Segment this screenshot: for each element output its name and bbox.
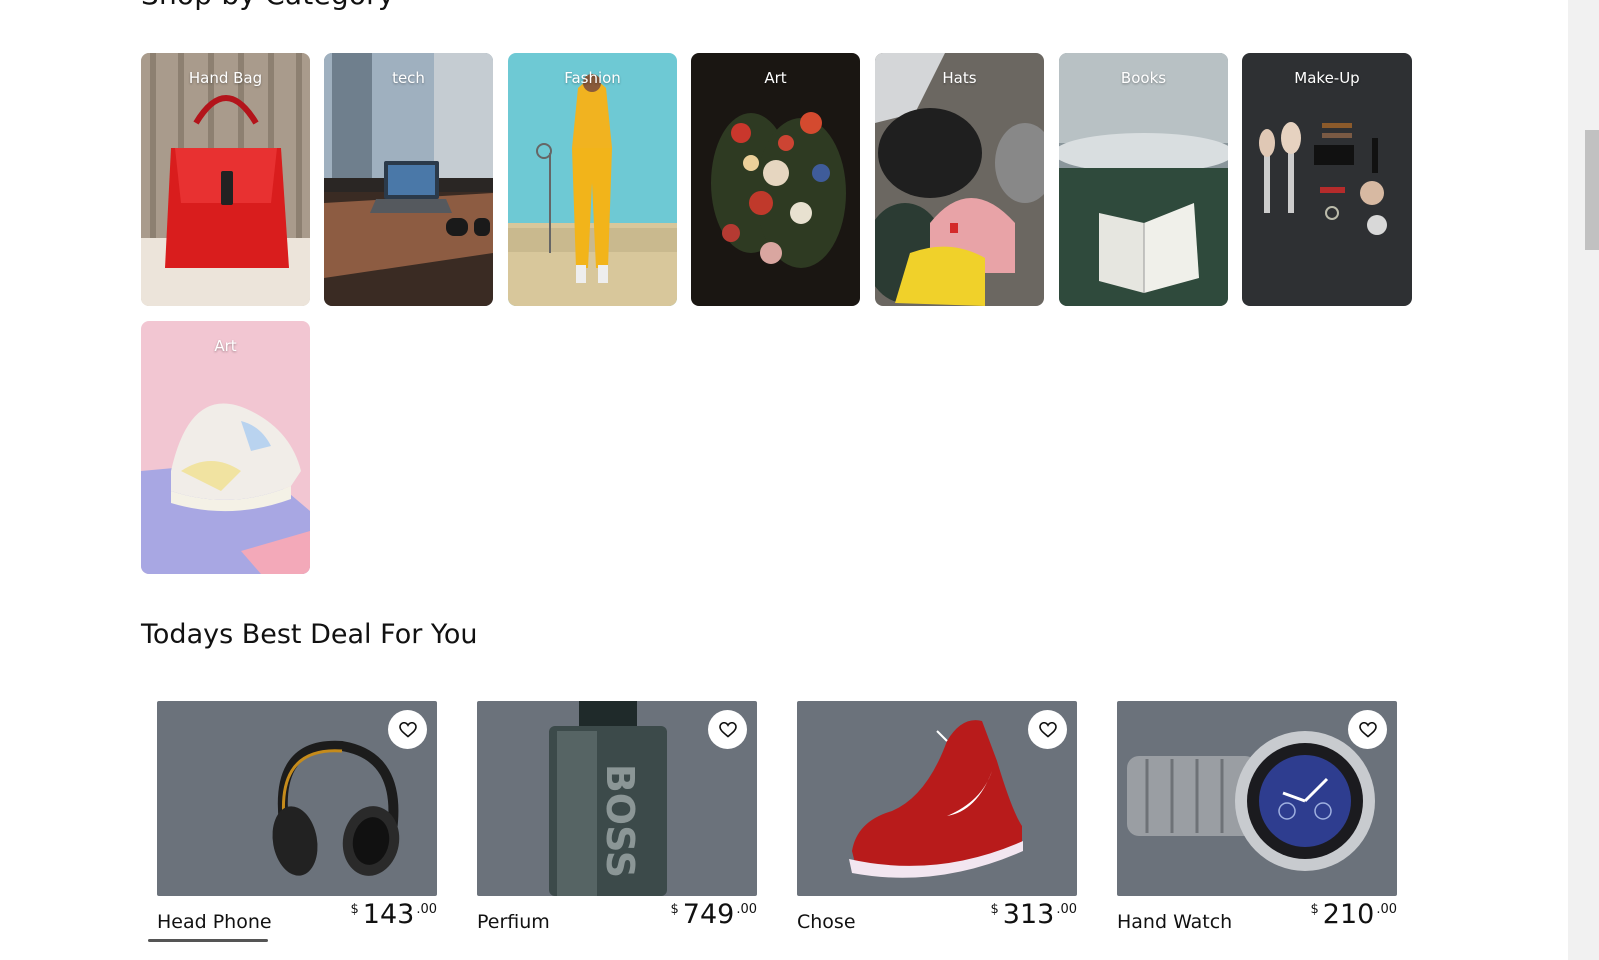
category-label: Art (214, 337, 237, 355)
category-label: Books (1120, 69, 1167, 87)
deal-card-head-phone[interactable]: Head Phone $ 143 .00 (157, 701, 437, 933)
wishlist-button[interactable] (388, 710, 427, 749)
category-label: Make-Up (1294, 69, 1360, 87)
price-whole: 143 (362, 899, 415, 930)
price-whole: 210 (1322, 899, 1375, 930)
price-currency: $ (670, 902, 679, 917)
price-cents: .00 (1056, 902, 1077, 917)
laptop-image (324, 53, 493, 306)
price-whole: 313 (1002, 899, 1055, 930)
category-section-title: Shop by Category (141, 0, 395, 11)
beanies-image (875, 53, 1044, 306)
wishlist-button[interactable] (1028, 710, 1067, 749)
price-currency: $ (990, 902, 999, 917)
deal-card-hand-watch[interactable]: Hand Watch $ 210 .00 (1117, 701, 1397, 933)
vertical-scrollbar[interactable] (1568, 0, 1599, 960)
category-tile-tech[interactable]: tech (324, 53, 493, 306)
deal-image[interactable] (797, 701, 1077, 896)
category-label: Hand Bag (188, 69, 263, 87)
deals-section-title: Todays Best Deal For You (141, 619, 478, 650)
category-tile-books[interactable]: Books (1059, 53, 1228, 306)
sneaker-image (141, 321, 310, 574)
horizontal-scroll-indicator[interactable] (148, 939, 268, 942)
product-name: Hand Watch (1117, 911, 1233, 933)
category-tile-make-up[interactable]: Make-Up (1242, 53, 1412, 306)
heart-icon (1038, 721, 1057, 738)
product-name: Head Phone (157, 911, 272, 933)
product-name: Chose (797, 911, 856, 933)
category-tile-hats[interactable]: Hats (875, 53, 1044, 306)
category-tile-art-2[interactable]: Art (141, 321, 310, 574)
price-currency: $ (350, 902, 359, 917)
deal-card-chose[interactable]: Chose $ 313 .00 (797, 701, 1077, 933)
price-whole: 749 (682, 899, 735, 930)
category-label: Hats (942, 69, 977, 87)
deal-image[interactable] (1117, 701, 1397, 896)
heart-icon (398, 721, 417, 738)
deal-card-perfium[interactable]: BOSS Perfium $ 749 .00 (477, 701, 757, 933)
deal-image[interactable]: BOSS (477, 701, 757, 896)
category-label: Fashion (564, 69, 621, 87)
product-price: $ 313 .00 (990, 898, 1077, 932)
book-image (1059, 53, 1228, 306)
category-tile-art[interactable]: Art (691, 53, 860, 306)
fashion-image (508, 53, 677, 306)
deal-image[interactable] (157, 701, 437, 896)
product-price: $ 210 .00 (1310, 898, 1397, 932)
heart-icon (1358, 721, 1377, 738)
scrollbar-thumb[interactable] (1585, 130, 1599, 250)
price-cents: .00 (736, 902, 757, 917)
handbag-image (141, 53, 310, 306)
flowers-painting-image (691, 53, 860, 306)
price-currency: $ (1310, 902, 1319, 917)
category-label: tech (392, 69, 425, 87)
product-price: $ 749 .00 (670, 898, 757, 932)
price-cents: .00 (1376, 902, 1397, 917)
wishlist-button[interactable] (708, 710, 747, 749)
heart-icon (718, 721, 737, 738)
product-price: $ 143 .00 (350, 898, 437, 932)
category-tile-fashion[interactable]: Fashion (508, 53, 677, 306)
wishlist-button[interactable] (1348, 710, 1387, 749)
makeup-image (1242, 53, 1412, 306)
price-cents: .00 (416, 902, 437, 917)
product-name: Perfium (477, 911, 550, 933)
svg-text:BOSS: BOSS (598, 764, 642, 878)
page: Shop by Category Hand Bag (0, 0, 1568, 960)
category-tile-hand-bag[interactable]: Hand Bag (141, 53, 310, 306)
category-label: Art (764, 69, 787, 87)
